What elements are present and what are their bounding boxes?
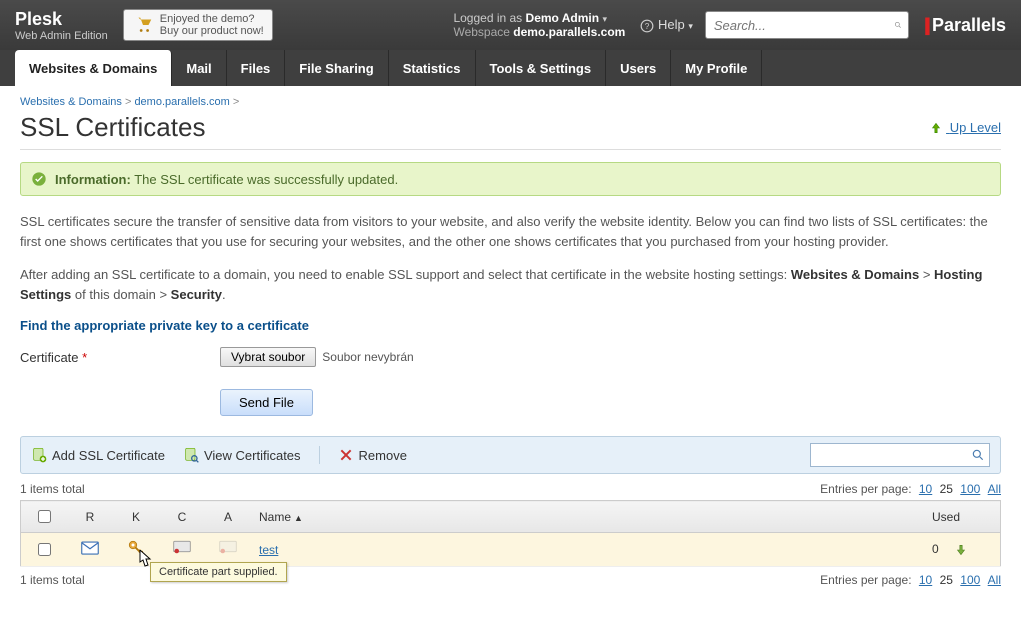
up-level-label: Up Level bbox=[950, 120, 1001, 135]
list-toolbar: Add SSL Certificate View Certificates Re… bbox=[20, 436, 1001, 474]
search-icon[interactable] bbox=[894, 18, 902, 32]
parallels-bars-icon: || bbox=[924, 15, 928, 35]
col-name[interactable]: Name▲ bbox=[251, 501, 924, 533]
chevron-down-icon: ▾ bbox=[688, 21, 693, 31]
login-info: Logged in as Demo Admin ▾ Webspace demo.… bbox=[453, 11, 625, 39]
breadcrumb: Websites & Domains > demo.parallels.com … bbox=[20, 96, 1001, 108]
pp-100-b[interactable]: 100 bbox=[960, 573, 980, 587]
col-checkbox bbox=[21, 501, 68, 533]
table-search[interactable] bbox=[810, 443, 990, 467]
items-total: 1 items total bbox=[20, 482, 85, 496]
page-title: SSL Certificates bbox=[20, 112, 929, 143]
help-icon: ? bbox=[640, 19, 654, 33]
promo-line2: Buy our product now! bbox=[160, 25, 264, 37]
key-icon[interactable] bbox=[127, 539, 145, 557]
col-c[interactable]: C bbox=[159, 501, 205, 533]
up-level-link[interactable]: Up Level bbox=[929, 120, 1001, 136]
pp-10[interactable]: 10 bbox=[919, 482, 932, 496]
sort-asc-icon: ▲ bbox=[294, 513, 303, 523]
cell-used: 0 bbox=[924, 533, 1001, 567]
svg-text:?: ? bbox=[645, 22, 650, 31]
tab-file-sharing[interactable]: File Sharing bbox=[285, 50, 388, 86]
cart-icon bbox=[132, 14, 154, 36]
description-1: SSL certificates secure the transfer of … bbox=[20, 212, 1001, 251]
tab-users[interactable]: Users bbox=[606, 50, 671, 86]
col-a[interactable]: A bbox=[205, 501, 251, 533]
help-menu[interactable]: ? Help ▾ bbox=[640, 17, 693, 33]
logged-user[interactable]: Demo Admin bbox=[526, 11, 600, 25]
webspace-value: demo.parallels.com bbox=[513, 25, 625, 39]
content-area: Websites & Domains > demo.parallels.com … bbox=[0, 86, 1021, 621]
description-2: After adding an SSL certificate to a dom… bbox=[20, 265, 1001, 304]
info-message: Information: The SSL certificate was suc… bbox=[20, 162, 1001, 196]
certificate-label: Certificate * bbox=[20, 350, 220, 365]
cert-add-icon bbox=[31, 447, 47, 463]
cert-view-icon bbox=[183, 447, 199, 463]
brand-subtitle: Web Admin Edition bbox=[15, 30, 108, 42]
list-meta-top: 1 items total Entries per page: 10 25 10… bbox=[20, 482, 1001, 496]
table-search-input[interactable] bbox=[815, 447, 959, 464]
envelope-icon[interactable] bbox=[81, 541, 99, 555]
chevron-down-icon[interactable]: ▾ bbox=[602, 14, 607, 24]
select-all-checkbox[interactable] bbox=[38, 510, 51, 523]
col-k[interactable]: K bbox=[113, 501, 159, 533]
cell-name: test bbox=[251, 533, 924, 567]
vendor-logo: ||Parallels bbox=[924, 15, 1006, 36]
promo-line1: Enjoyed the demo? bbox=[160, 13, 264, 25]
file-status: Soubor nevybrán bbox=[322, 350, 413, 364]
cert-name-link[interactable]: test bbox=[259, 543, 278, 557]
tab-files[interactable]: Files bbox=[227, 50, 286, 86]
pp-25-b: 25 bbox=[940, 573, 953, 587]
demo-promo[interactable]: Enjoyed the demo? Buy our product now! bbox=[123, 9, 273, 41]
entries-per-page: Entries per page: 10 25 100 All bbox=[820, 482, 1001, 496]
check-circle-icon bbox=[31, 171, 47, 187]
down-arrow-icon[interactable] bbox=[954, 543, 968, 557]
tab-mail[interactable]: Mail bbox=[172, 50, 226, 86]
info-prefix: Information: bbox=[55, 172, 131, 187]
add-certificate-button[interactable]: Add SSL Certificate bbox=[31, 447, 165, 463]
col-r[interactable]: R bbox=[67, 501, 113, 533]
remove-button[interactable]: Remove bbox=[338, 447, 407, 463]
breadcrumb-websites[interactable]: Websites & Domains bbox=[20, 96, 122, 108]
view-certificates-button[interactable]: View Certificates bbox=[183, 447, 301, 463]
remove-icon bbox=[338, 447, 354, 463]
main-tabs: Websites & Domains Mail Files File Shari… bbox=[0, 50, 1021, 86]
help-label: Help bbox=[658, 17, 685, 32]
tooltip: Certificate part supplied. bbox=[150, 562, 287, 582]
tab-statistics[interactable]: Statistics bbox=[389, 50, 476, 86]
tab-websites-domains[interactable]: Websites & Domains bbox=[15, 50, 172, 86]
certificate-upload-row: Certificate * Vybrat soubor Soubor nevyb… bbox=[20, 347, 1001, 367]
cert-icon[interactable] bbox=[173, 540, 191, 556]
entries-per-page-bottom: Entries per page: 10 25 100 All bbox=[820, 573, 1001, 587]
top-bar: Plesk Web Admin Edition Enjoyed the demo… bbox=[0, 0, 1021, 50]
find-key-heading: Find the appropriate private key to a ce… bbox=[20, 318, 1001, 333]
pp-25: 25 bbox=[940, 482, 953, 496]
vendor-name: Parallels bbox=[932, 15, 1006, 35]
brand-logo: Plesk Web Admin Edition bbox=[15, 9, 108, 42]
logged-label: Logged in as bbox=[453, 11, 522, 25]
search-icon[interactable] bbox=[971, 448, 985, 462]
items-total-bottom: 1 items total bbox=[20, 573, 85, 587]
pp-100[interactable]: 100 bbox=[960, 482, 980, 496]
pp-all[interactable]: All bbox=[988, 482, 1001, 496]
tab-tools-settings[interactable]: Tools & Settings bbox=[476, 50, 607, 86]
global-search[interactable] bbox=[705, 11, 909, 39]
send-file-button[interactable]: Send File bbox=[220, 389, 313, 416]
pp-10-b[interactable]: 10 bbox=[919, 573, 932, 587]
pp-all-b[interactable]: All bbox=[988, 573, 1001, 587]
col-used[interactable]: Used bbox=[924, 501, 1001, 533]
tab-my-profile[interactable]: My Profile bbox=[671, 50, 762, 86]
cert-dim-icon[interactable] bbox=[219, 540, 237, 556]
toolbar-separator bbox=[319, 446, 320, 464]
breadcrumb-domain[interactable]: demo.parallels.com bbox=[134, 96, 229, 108]
up-arrow-icon bbox=[929, 121, 943, 135]
choose-file-button[interactable]: Vybrat soubor bbox=[220, 347, 316, 367]
search-input[interactable] bbox=[712, 17, 894, 34]
webspace-label: Webspace bbox=[453, 25, 509, 39]
certificates-table: R K C A Name▲ Used t bbox=[20, 500, 1001, 567]
row-checkbox[interactable] bbox=[38, 543, 51, 556]
brand-title: Plesk bbox=[15, 9, 108, 30]
info-text: The SSL certificate was successfully upd… bbox=[134, 172, 398, 187]
cell-r bbox=[67, 533, 113, 567]
